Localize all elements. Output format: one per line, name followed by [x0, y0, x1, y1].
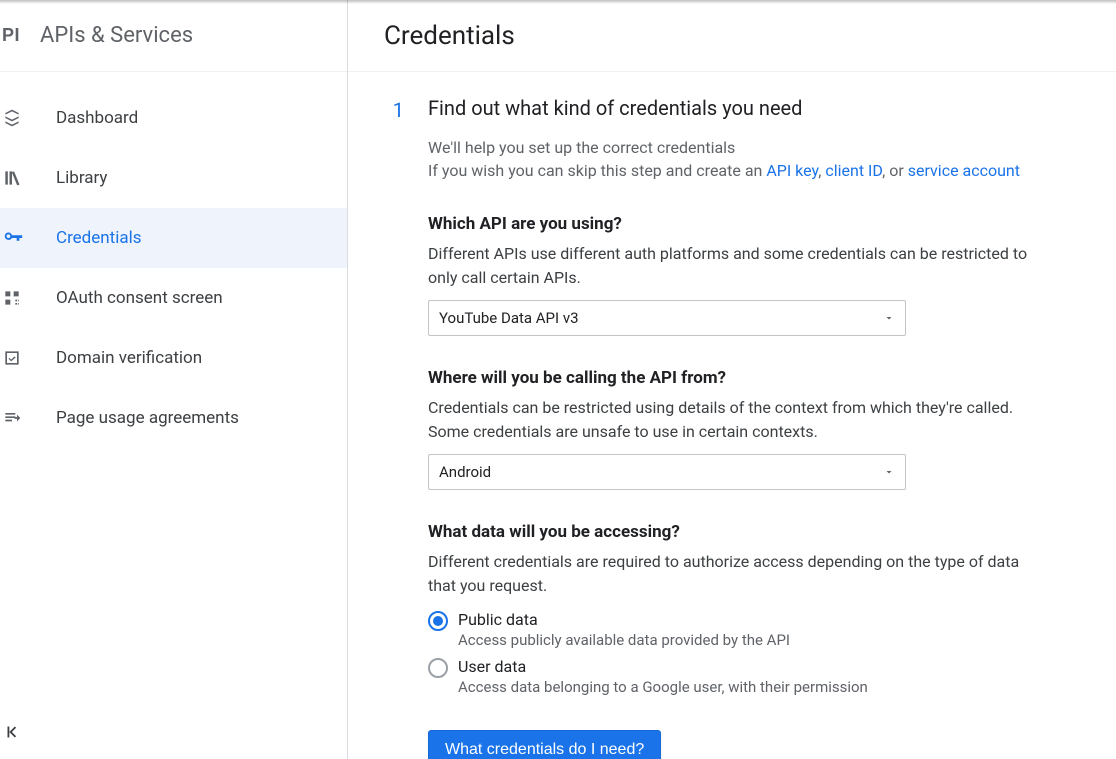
calling-from-select[interactable]: Android: [428, 454, 906, 490]
service-account-link[interactable]: service account: [908, 161, 1020, 180]
main-header: Credentials: [348, 0, 1116, 72]
sidebar-item-library[interactable]: Library: [0, 148, 347, 208]
sidebar-item-label: OAuth consent screen: [56, 288, 223, 308]
sidebar: PI APIs & Services Dashboard Library: [0, 0, 348, 759]
dashboard-icon: [0, 108, 56, 128]
page-title: Credentials: [384, 21, 515, 51]
product-api-icon: PI: [0, 25, 40, 46]
what-credentials-button[interactable]: What credentials do I need?: [428, 730, 661, 759]
data-access-radio-group: Public data Access publicly available da…: [428, 608, 1048, 702]
sidebar-nav: Dashboard Library Credentials OAuth cons…: [0, 72, 347, 448]
radio-icon: [428, 658, 448, 678]
question-which-api-title: Which API are you using?: [428, 214, 1048, 234]
sidebar-item-credentials[interactable]: Credentials: [0, 208, 347, 268]
radio-desc: Access data belonging to a Google user, …: [458, 678, 868, 696]
dropdown-caret-icon: [883, 466, 895, 478]
sidebar-item-oauth-consent[interactable]: OAuth consent screen: [0, 268, 347, 328]
sidebar-item-label: Credentials: [56, 228, 142, 248]
step-title: Find out what kind of credentials you ne…: [428, 96, 1048, 120]
sidebar-item-page-usage-agreements[interactable]: Page usage agreements: [0, 388, 347, 448]
radio-icon: [428, 611, 448, 631]
agreements-icon: [0, 408, 56, 428]
sidebar-item-label: Domain verification: [56, 348, 202, 368]
sidebar-title: APIs & Services: [40, 23, 193, 48]
step-number: 1: [388, 96, 428, 759]
question-which-api-desc: Different APIs use different auth platfo…: [428, 242, 1048, 290]
sidebar-item-domain-verification[interactable]: Domain verification: [0, 328, 347, 388]
sidebar-item-label: Page usage agreements: [56, 408, 239, 428]
radio-label: Public data: [458, 610, 790, 629]
key-icon: [0, 227, 56, 249]
domain-verification-icon: [0, 348, 56, 368]
dropdown-caret-icon: [883, 312, 895, 324]
oauth-icon: [0, 288, 56, 308]
sidebar-item-label: Library: [56, 168, 107, 188]
api-key-link[interactable]: API key: [766, 161, 818, 180]
question-calling-from-title: Where will you be calling the API from?: [428, 368, 1048, 388]
collapse-sidebar-button[interactable]: [2, 721, 24, 743]
library-icon: [0, 168, 56, 188]
radio-label: User data: [458, 657, 868, 676]
calling-from-select-value: Android: [439, 463, 491, 481]
main-panel: Credentials 1 Find out what kind of cred…: [348, 0, 1116, 759]
api-select[interactable]: YouTube Data API v3: [428, 300, 906, 336]
radio-desc: Access publicly available data provided …: [458, 631, 790, 649]
radio-user-data[interactable]: User data Access data belonging to a Goo…: [428, 655, 1048, 702]
client-id-link[interactable]: client ID: [825, 161, 882, 180]
question-calling-from-desc: Credentials can be restricted using deta…: [428, 396, 1048, 444]
question-data-access-title: What data will you be accessing?: [428, 522, 1048, 542]
api-select-value: YouTube Data API v3: [439, 309, 579, 327]
question-data-access-desc: Different credentials are required to au…: [428, 550, 1048, 598]
sidebar-item-label: Dashboard: [56, 108, 138, 128]
sidebar-item-dashboard[interactable]: Dashboard: [0, 88, 347, 148]
sidebar-header: PI APIs & Services: [0, 0, 347, 72]
radio-public-data[interactable]: Public data Access publicly available da…: [428, 608, 1048, 655]
chevron-collapse-icon: [2, 721, 24, 743]
step-help-text: We'll help you set up the correct creden…: [428, 136, 1048, 182]
